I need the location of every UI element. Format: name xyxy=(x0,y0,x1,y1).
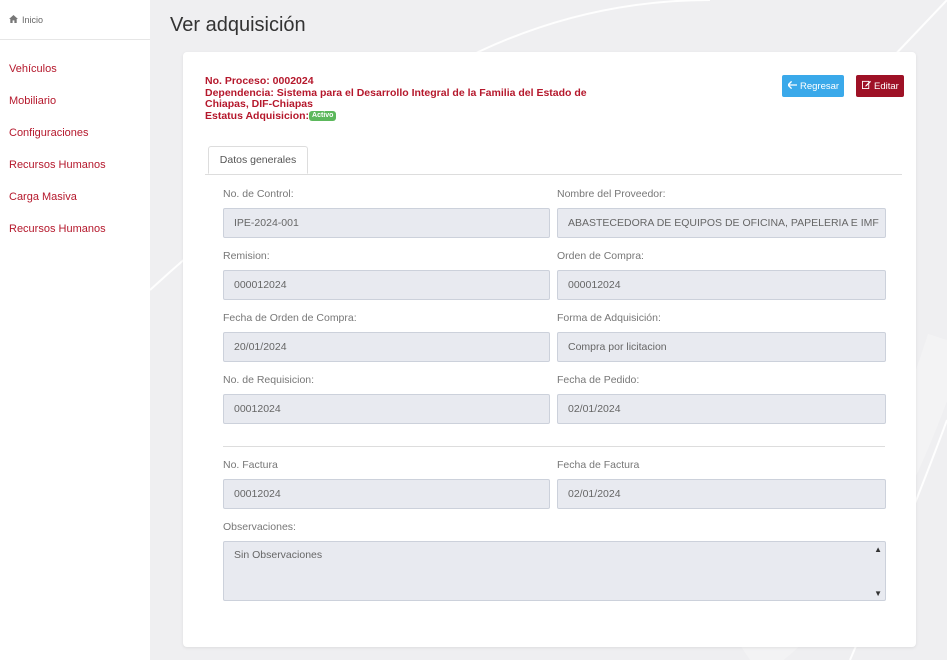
fecha-pedido-label: Fecha de Pedido: xyxy=(557,374,640,386)
no-requisicion-label: No. de Requisicion: xyxy=(223,374,315,386)
sidebar-home-link[interactable]: Inicio xyxy=(0,0,150,40)
sidebar-item-recursos-humanos[interactable]: Recursos Humanos xyxy=(0,153,150,185)
sidebar: Inicio Vehículos Mobiliario Configuracio… xyxy=(0,0,150,660)
tab-datos-generales[interactable]: Datos generales xyxy=(208,146,308,174)
observaciones-value: Sin Observaciones xyxy=(234,549,323,561)
edit-icon xyxy=(862,80,871,92)
sidebar-item-mobiliario[interactable]: Mobiliario xyxy=(0,89,150,121)
main-content: Ver adquisición No. Proceso: 0002024 Dep… xyxy=(150,0,947,660)
proveedor-label: Nombre del Proveedor: xyxy=(557,188,666,200)
remision-label: Remision: xyxy=(223,250,270,262)
no-factura-field[interactable]: 00012024 xyxy=(223,479,550,509)
sidebar-item-carga-masiva[interactable]: Carga Masiva xyxy=(0,185,150,217)
proceso-number: No. Proceso: 0002024 xyxy=(205,75,314,87)
home-icon xyxy=(9,14,18,25)
status-badge: Activo xyxy=(309,110,337,121)
scroll-down-icon[interactable]: ▼ xyxy=(874,589,882,598)
section-divider xyxy=(223,446,885,447)
forma-adquisicion-field[interactable]: Compra por licitacion xyxy=(557,332,886,362)
edit-button[interactable]: Editar xyxy=(856,75,904,97)
scroll-up-icon[interactable]: ▲ xyxy=(874,545,882,554)
orden-compra-field[interactable]: 000012024 xyxy=(557,270,886,300)
back-button[interactable]: Regresar xyxy=(782,75,844,97)
arrow-left-icon xyxy=(787,80,797,92)
sidebar-item-vehiculos[interactable]: Vehículos xyxy=(0,57,150,89)
page-title: Ver adquisición xyxy=(170,14,306,36)
fecha-orden-field[interactable]: 20/01/2024 xyxy=(223,332,550,362)
fecha-factura-field[interactable]: 02/01/2024 xyxy=(557,479,886,509)
forma-adquisicion-label: Forma de Adquisición: xyxy=(557,312,661,324)
orden-compra-label: Orden de Compra: xyxy=(557,250,644,262)
acquisition-card: No. Proceso: 0002024 Dependencia: Sistem… xyxy=(183,52,916,647)
fecha-factura-label: Fecha de Factura xyxy=(557,459,640,471)
no-control-field[interactable]: IPE-2024-001 xyxy=(223,208,550,238)
sidebar-home-label: Inicio xyxy=(22,14,44,25)
observaciones-label: Observaciones: xyxy=(223,521,296,533)
sidebar-item-recursos-humanos-2[interactable]: Recursos Humanos xyxy=(0,217,150,249)
proveedor-field[interactable]: ABASTECEDORA DE EQUIPOS DE OFICINA, PAPE… xyxy=(557,208,886,238)
remision-field[interactable]: 000012024 xyxy=(223,270,550,300)
no-control-label: No. de Control: xyxy=(223,188,294,200)
acquisition-header: No. Proceso: 0002024 Dependencia: Sistem… xyxy=(205,75,625,123)
estatus-row: Estatus Adquisicion: Activo xyxy=(205,109,625,123)
observaciones-textarea[interactable]: Sin Observaciones ▲ ▼ xyxy=(223,541,886,601)
sidebar-menu: Vehículos Mobiliario Configuraciones Rec… xyxy=(0,57,150,249)
edit-button-label: Editar xyxy=(874,80,899,92)
estatus-label: Estatus Adquisicion: xyxy=(205,109,310,122)
tab-bar: Datos generales xyxy=(205,146,902,175)
fecha-pedido-field[interactable]: 02/01/2024 xyxy=(557,394,886,424)
back-button-label: Regresar xyxy=(800,80,840,92)
sidebar-item-configuraciones[interactable]: Configuraciones xyxy=(0,121,150,153)
no-requisicion-field[interactable]: 00012024 xyxy=(223,394,550,424)
no-factura-label: No. Factura xyxy=(223,459,278,471)
fecha-orden-label: Fecha de Orden de Compra: xyxy=(223,312,357,324)
